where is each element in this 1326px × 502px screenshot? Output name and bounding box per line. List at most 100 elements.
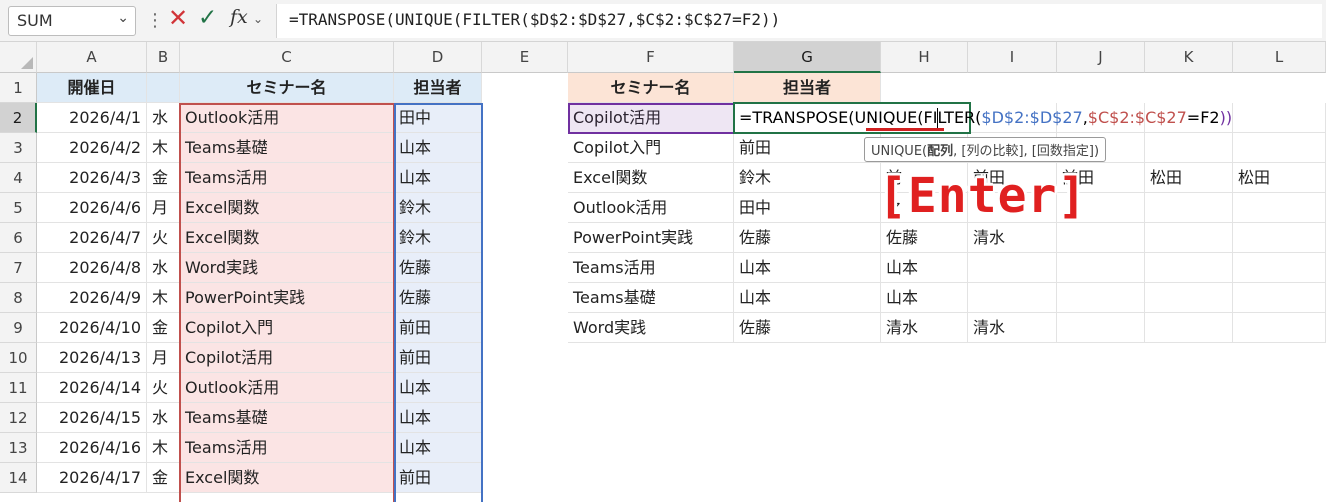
- header-dow-cell[interactable]: [147, 73, 180, 103]
- seminar-cell[interactable]: Outlook活用: [180, 103, 394, 133]
- seminar-cell[interactable]: Copilot活用: [180, 343, 394, 373]
- person-right-cell[interactable]: 山本: [734, 283, 881, 313]
- row-header-11[interactable]: 11: [0, 373, 37, 403]
- seminar-right-cell[interactable]: Outlook活用: [568, 193, 734, 223]
- seminar-right-cell[interactable]: PowerPoint実践: [568, 223, 734, 253]
- header-seminar-right-cell[interactable]: セミナー名: [568, 73, 734, 103]
- i-cell[interactable]: 清水: [968, 223, 1057, 253]
- date-cell[interactable]: 2026/4/17: [37, 463, 147, 493]
- person-cell[interactable]: 鈴木: [394, 223, 482, 253]
- row-header-12[interactable]: 12: [0, 403, 37, 433]
- formula-input[interactable]: =TRANSPOSE(UNIQUE(FILTER($D$2:$D$27,$C$2…: [276, 4, 1322, 38]
- i-cell[interactable]: [968, 253, 1057, 283]
- k-cell[interactable]: [1145, 223, 1233, 253]
- seminar-right-cell[interactable]: Teams基礎: [568, 283, 734, 313]
- column-header-c[interactable]: C: [180, 42, 394, 73]
- k-cell[interactable]: [1145, 313, 1233, 343]
- row-header-7[interactable]: 7: [0, 253, 37, 283]
- chevron-down-icon[interactable]: ⌄: [253, 12, 263, 26]
- person-right-cell[interactable]: 田中: [734, 193, 881, 223]
- cancel-icon[interactable]: ✕: [168, 4, 188, 32]
- dow-cell[interactable]: 木: [147, 133, 180, 163]
- i-cell[interactable]: [968, 283, 1057, 313]
- date-cell[interactable]: 2026/4/6: [37, 193, 147, 223]
- person-cell[interactable]: 山本: [394, 163, 482, 193]
- person-cell[interactable]: 鈴木: [394, 193, 482, 223]
- header-person-cell[interactable]: 担当者: [394, 73, 482, 103]
- h-cell[interactable]: 山本: [881, 283, 968, 313]
- person-right-cell[interactable]: 前田: [734, 133, 881, 163]
- column-header-j[interactable]: J: [1057, 42, 1145, 73]
- l-cell[interactable]: [1233, 283, 1326, 313]
- column-header-a[interactable]: A: [37, 42, 147, 73]
- dow-cell[interactable]: 月: [147, 343, 180, 373]
- row-header-2[interactable]: 2: [0, 103, 37, 133]
- l-cell[interactable]: 松田: [1233, 163, 1326, 193]
- column-header-b[interactable]: B: [147, 42, 180, 73]
- seminar-right-cell[interactable]: Excel関数: [568, 163, 734, 193]
- header-person-right-cell[interactable]: 担当者: [734, 73, 881, 103]
- date-cell[interactable]: 2026/4/10: [37, 313, 147, 343]
- seminar-cell[interactable]: Copilot入門: [180, 313, 394, 343]
- column-header-h[interactable]: H: [881, 42, 968, 73]
- dow-cell[interactable]: 火: [147, 373, 180, 403]
- person-cell[interactable]: 山本: [394, 433, 482, 463]
- date-cell[interactable]: 2026/4/1: [37, 103, 147, 133]
- seminar-cell[interactable]: Outlook活用: [180, 373, 394, 403]
- seminar-cell[interactable]: Excel関数: [180, 223, 394, 253]
- dow-cell[interactable]: 金: [147, 463, 180, 493]
- i-cell[interactable]: 清水: [968, 313, 1057, 343]
- row-header-14[interactable]: 14: [0, 463, 37, 493]
- person-cell[interactable]: 前田: [394, 463, 482, 493]
- dow-cell[interactable]: 木: [147, 433, 180, 463]
- person-right-cell[interactable]: 佐藤: [734, 313, 881, 343]
- dow-cell[interactable]: 水: [147, 403, 180, 433]
- j-cell[interactable]: [1057, 223, 1145, 253]
- seminar-cell[interactable]: Teams基礎: [180, 133, 394, 163]
- l-cell[interactable]: [1233, 223, 1326, 253]
- insert-function-icon[interactable]: fx: [230, 6, 248, 28]
- person-cell[interactable]: 佐藤: [394, 253, 482, 283]
- column-header-k[interactable]: K: [1145, 42, 1233, 73]
- seminar-right-cell[interactable]: Copilot活用: [568, 103, 734, 133]
- seminar-cell[interactable]: Teams活用: [180, 433, 394, 463]
- dow-cell[interactable]: 水: [147, 253, 180, 283]
- chevron-down-icon[interactable]: ⌄: [117, 10, 129, 26]
- seminar-right-cell[interactable]: Teams活用: [568, 253, 734, 283]
- row-header-8[interactable]: 8: [0, 283, 37, 313]
- j-cell[interactable]: [1057, 283, 1145, 313]
- row-header-5[interactable]: 5: [0, 193, 37, 223]
- h-cell[interactable]: 佐藤: [881, 223, 968, 253]
- person-right-cell[interactable]: 鈴木: [734, 163, 881, 193]
- confirm-icon[interactable]: ✓: [198, 5, 217, 31]
- column-header-g[interactable]: G: [734, 42, 881, 73]
- person-cell[interactable]: 佐藤: [394, 283, 482, 313]
- seminar-cell[interactable]: Excel関数: [180, 193, 394, 223]
- seminar-cell[interactable]: PowerPoint実践: [180, 283, 394, 313]
- date-cell[interactable]: 2026/4/8: [37, 253, 147, 283]
- j-cell[interactable]: [1057, 313, 1145, 343]
- row-header-1[interactable]: 1: [0, 73, 37, 103]
- select-all-button[interactable]: [0, 42, 37, 73]
- seminar-cell[interactable]: Excel関数: [180, 463, 394, 493]
- seminar-right-cell[interactable]: Word実践: [568, 313, 734, 343]
- seminar-cell[interactable]: Teams活用: [180, 163, 394, 193]
- person-cell[interactable]: 山本: [394, 373, 482, 403]
- person-cell[interactable]: 前田: [394, 343, 482, 373]
- date-cell[interactable]: 2026/4/3: [37, 163, 147, 193]
- row-header-3[interactable]: 3: [0, 133, 37, 163]
- l-cell[interactable]: [1233, 313, 1326, 343]
- h-cell[interactable]: 山本: [881, 253, 968, 283]
- l-cell[interactable]: [1233, 253, 1326, 283]
- row-header-6[interactable]: 6: [0, 223, 37, 253]
- dow-cell[interactable]: 水: [147, 103, 180, 133]
- l-cell[interactable]: [1233, 103, 1326, 133]
- k-cell[interactable]: [1145, 133, 1233, 163]
- k-cell[interactable]: [1145, 283, 1233, 313]
- row-header-13[interactable]: 13: [0, 433, 37, 463]
- column-header-e[interactable]: E: [482, 42, 568, 73]
- dow-cell[interactable]: 火: [147, 223, 180, 253]
- person-cell[interactable]: 前田: [394, 313, 482, 343]
- date-cell[interactable]: 2026/4/7: [37, 223, 147, 253]
- dow-cell[interactable]: 月: [147, 193, 180, 223]
